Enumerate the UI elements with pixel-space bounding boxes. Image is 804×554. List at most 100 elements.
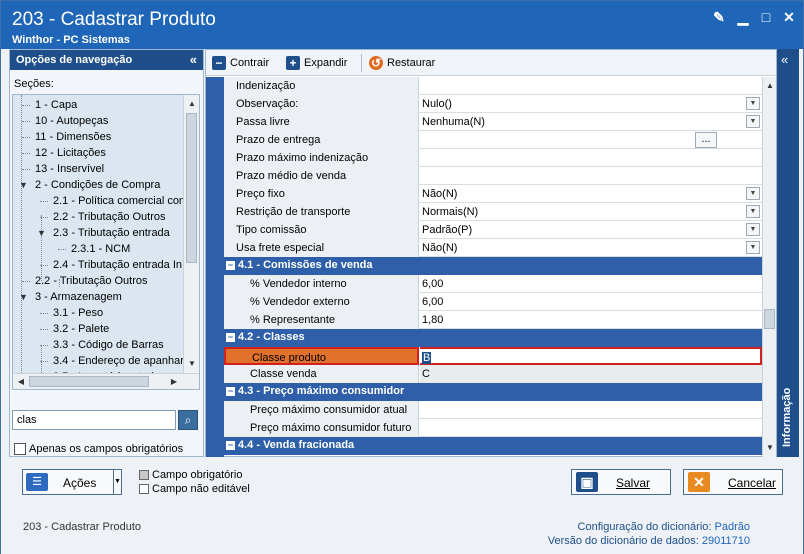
- property-row[interactable]: % Vendedor externo 6,00: [224, 293, 762, 311]
- only-required-checkbox[interactable]: Apenas os campos obrigatórios: [14, 443, 183, 456]
- collapse-group-icon[interactable]: −: [226, 261, 235, 270]
- collapse-right-icon[interactable]: «: [781, 52, 788, 67]
- tree-item-label: 10 - Autopeças: [35, 115, 109, 127]
- group-header[interactable]: −4.4 - Venda fracionada: [224, 437, 762, 455]
- property-value[interactable]: Não(N) ▼: [420, 239, 762, 257]
- tree-item[interactable]: 2.1 - Política comercial comp: [53, 193, 194, 209]
- collapse-group-icon[interactable]: −: [226, 333, 235, 342]
- information-tab[interactable]: « Informação: [777, 49, 799, 457]
- property-value[interactable]: [420, 149, 762, 167]
- property-value[interactable]: Padrão(P) ▼: [420, 221, 762, 239]
- restaurar-button[interactable]: ↺ Restaurar: [369, 55, 435, 71]
- properties-panel: − Contrair + Expandir ↺ Restaurar Indenizaç…: [205, 49, 777, 457]
- tree-item[interactable]: 3.2 - Palete: [53, 321, 109, 337]
- classe-produto-input[interactable]: B: [420, 347, 762, 365]
- classe-produto-row[interactable]: Classe produto B: [224, 347, 762, 365]
- tree-item[interactable]: 3.3 - Código de Barras: [53, 337, 164, 353]
- property-row[interactable]: Preço fixo Não(N) ▼: [224, 185, 762, 203]
- maximize-button[interactable]: □: [757, 9, 775, 25]
- property-value[interactable]: [420, 401, 762, 419]
- property-value[interactable]: Normais(N) ▼: [420, 203, 762, 221]
- sections-tree[interactable]: 1 - Capa 10 - Autopeças 11 - Dimensões 12 -…: [12, 94, 200, 390]
- config-label: Configuração do dicionário:: [577, 521, 712, 533]
- classe-venda-value[interactable]: C: [420, 365, 762, 383]
- collapse-left-icon[interactable]: «: [190, 52, 197, 67]
- grid-vertical-scrollbar[interactable]: ▲ ▼: [762, 77, 776, 457]
- property-row[interactable]: Preço máximo consumidor futuro: [224, 419, 762, 437]
- tree-item[interactable]: 10 - Autopeças: [35, 113, 108, 129]
- property-row[interactable]: Usa frete especial Não(N) ▼: [224, 239, 762, 257]
- tree-item[interactable]: 3.4 - Endereço de apanhar: [53, 353, 184, 369]
- property-row[interactable]: Indenização: [224, 77, 762, 95]
- property-row[interactable]: Prazo médio de venda: [224, 167, 762, 185]
- property-value[interactable]: ...: [420, 131, 762, 149]
- property-value[interactable]: [420, 419, 762, 437]
- property-value[interactable]: [420, 77, 762, 95]
- tree-item[interactable]: 12 - Licitações: [35, 145, 106, 161]
- minimize-button[interactable]: ▁: [734, 9, 752, 25]
- property-row[interactable]: Observação: Nulo() ▼: [224, 95, 762, 113]
- status-title: 203 - Cadastrar Produto: [23, 521, 142, 533]
- property-value[interactable]: 6,00: [420, 293, 762, 311]
- cancel-button[interactable]: ✕ Cancelar: [683, 469, 783, 495]
- chevron-down-icon[interactable]: ▼: [113, 470, 121, 494]
- chevron-down-icon[interactable]: ▼: [746, 97, 760, 110]
- property-label: Restrição de transporte: [224, 203, 419, 221]
- tree-item[interactable]: 2.3 - Tributação entrada: [53, 225, 170, 241]
- classe-venda-row[interactable]: Classe venda C: [224, 365, 762, 383]
- expandir-button[interactable]: + Expandir: [286, 55, 347, 71]
- tree-item[interactable]: 2 - Condições de Compra: [35, 177, 160, 193]
- edit-icon[interactable]: ✎: [710, 9, 728, 25]
- tree-item[interactable]: 2.2 - Tributação Outros: [35, 273, 148, 289]
- group-header[interactable]: −4.1 - Comissões de venda: [224, 257, 762, 275]
- property-row[interactable]: Tipo comissão Padrão(P) ▼: [224, 221, 762, 239]
- chevron-down-icon[interactable]: ▼: [746, 187, 760, 200]
- property-value[interactable]: [420, 167, 762, 185]
- chevron-down-icon[interactable]: ▼: [746, 223, 760, 236]
- property-value-text: 1,80: [422, 314, 444, 326]
- close-button[interactable]: ✕: [780, 9, 798, 25]
- expand-caret-icon[interactable]: ▼: [19, 292, 28, 302]
- property-value[interactable]: 1,80: [420, 311, 762, 329]
- tree-item[interactable]: 2.3.1 - NCM: [71, 241, 130, 257]
- tree-item[interactable]: 11 - Dimensões: [35, 129, 111, 145]
- property-value[interactable]: Nenhuma(N) ▼: [420, 113, 762, 131]
- property-label: Indenização: [224, 77, 419, 95]
- tree-horizontal-scrollbar[interactable]: ◀ ▶: [13, 373, 199, 389]
- property-row[interactable]: Restrição de transporte Normais(N) ▼: [224, 203, 762, 221]
- collapse-group-icon[interactable]: −: [226, 387, 235, 396]
- property-row[interactable]: % Vendedor interno 6,00: [224, 275, 762, 293]
- acoes-button[interactable]: ☰ Ações ▼: [22, 469, 122, 495]
- property-row[interactable]: % Representante 1,80: [224, 311, 762, 329]
- property-row[interactable]: Preço máximo consumidor atual: [224, 401, 762, 419]
- group-header[interactable]: −4.2 - Classes: [224, 329, 762, 347]
- save-button[interactable]: ▣ Salvar: [571, 469, 671, 495]
- group-header[interactable]: −4.3 - Preço máximo consumidor: [224, 383, 762, 401]
- ellipsis-button[interactable]: ...: [695, 132, 717, 148]
- search-input[interactable]: clas: [12, 410, 176, 430]
- property-row[interactable]: Prazo máximo indenização: [224, 149, 762, 167]
- chevron-down-icon[interactable]: ▼: [746, 241, 760, 254]
- tree-item[interactable]: 13 - Inservível: [35, 161, 104, 177]
- property-value[interactable]: Nulo() ▼: [420, 95, 762, 113]
- contrair-button[interactable]: − Contrair: [212, 55, 269, 71]
- property-value-text: Padrão(P): [422, 224, 473, 236]
- chevron-down-icon[interactable]: ▼: [746, 205, 760, 218]
- property-value-text: 6,00: [422, 296, 444, 308]
- tree-item[interactable]: 1 - Capa: [35, 97, 77, 113]
- property-row[interactable]: Passa livre Nenhuma(N) ▼: [224, 113, 762, 131]
- checkbox-icon[interactable]: [14, 443, 26, 456]
- tree-item[interactable]: 2.4 - Tributação entrada In: [53, 257, 182, 273]
- property-value[interactable]: 6,00: [420, 275, 762, 293]
- expand-caret-icon[interactable]: ▼: [19, 180, 28, 190]
- expand-caret-icon[interactable]: ▼: [37, 228, 46, 238]
- collapse-group-icon[interactable]: −: [226, 441, 235, 450]
- tree-item[interactable]: 3 - Armazenagem: [35, 289, 122, 305]
- tree-item[interactable]: 2.2 - Tributação Outros: [53, 209, 166, 225]
- search-icon[interactable]: ⌕: [178, 410, 198, 430]
- property-row[interactable]: Prazo de entrega...: [224, 131, 762, 149]
- property-value[interactable]: Não(N) ▼: [420, 185, 762, 203]
- tree-vertical-scrollbar[interactable]: ▲ ▼: [183, 95, 199, 373]
- tree-item[interactable]: 3.1 - Peso: [53, 305, 103, 321]
- chevron-down-icon[interactable]: ▼: [746, 115, 760, 128]
